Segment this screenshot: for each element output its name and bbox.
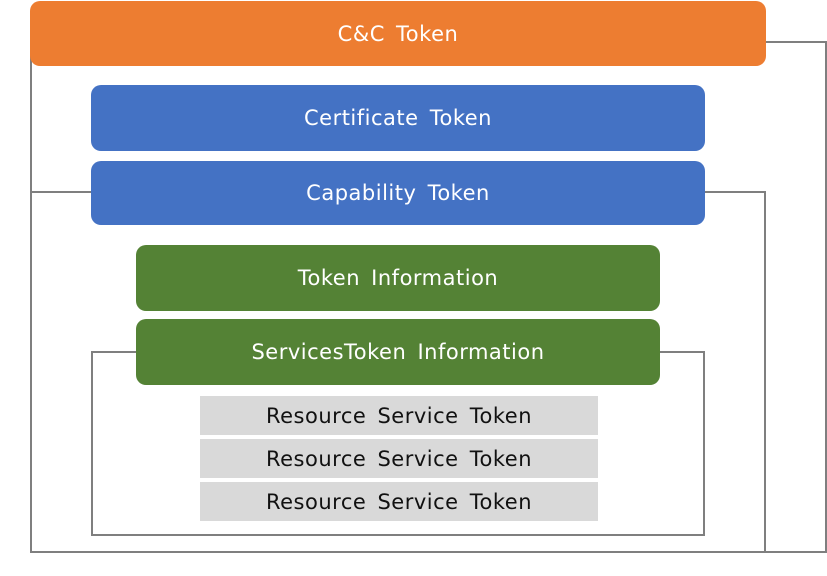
- services-token-information-header: ServicesToken Information: [136, 319, 660, 385]
- capability-token-label: Capability Token: [306, 181, 490, 205]
- services-token-information-label: ServicesToken Information: [251, 340, 545, 364]
- cc-token-label: C&C Token: [337, 21, 459, 46]
- token-information-block: Token Information: [136, 245, 660, 311]
- token-information-label: Token Information: [297, 266, 499, 290]
- resource-service-token-label: Resource Service Token: [265, 446, 533, 471]
- certificate-token-label: Certificate Token: [303, 106, 492, 130]
- resource-service-token-1: Resource Service Token: [200, 396, 598, 435]
- resource-service-token-2: Resource Service Token: [200, 439, 598, 478]
- resource-service-token-label: Resource Service Token: [265, 403, 533, 428]
- certificate-token-block: Certificate Token: [91, 85, 705, 151]
- cc-token-header: C&C Token: [30, 1, 766, 66]
- resource-service-token-3: Resource Service Token: [200, 482, 598, 521]
- resource-service-token-label: Resource Service Token: [265, 489, 533, 514]
- capability-token-header: Capability Token: [91, 161, 705, 225]
